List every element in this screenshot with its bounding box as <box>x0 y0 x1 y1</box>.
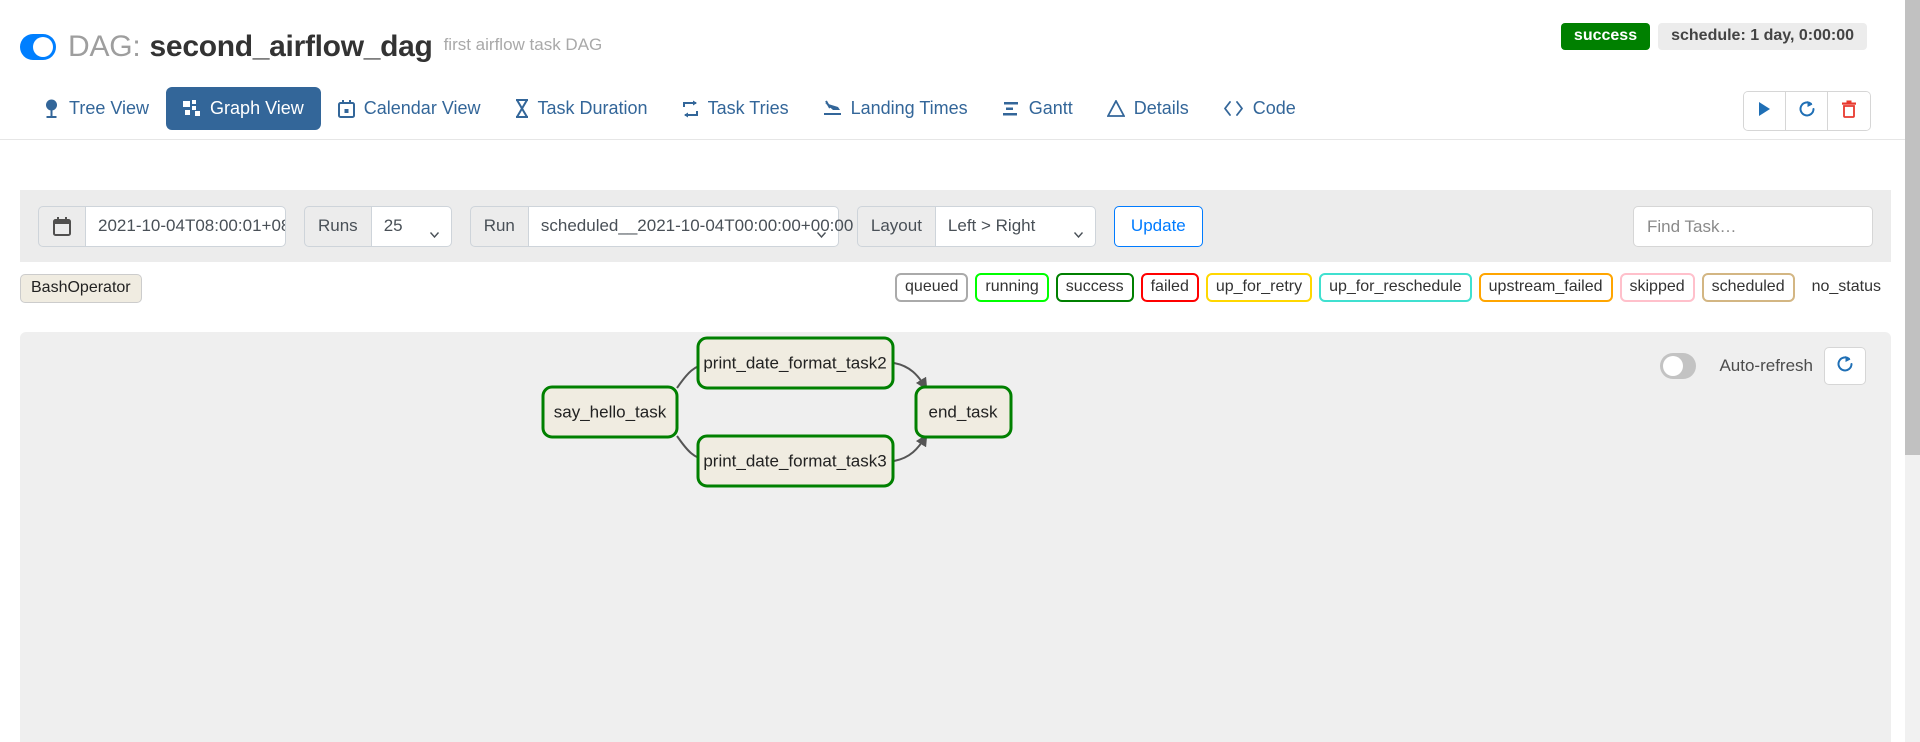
graph-view-icon <box>183 99 201 118</box>
state-badge-up-for-retry[interactable]: up_for_retry <box>1205 273 1313 302</box>
legend-row: BashOperator queued running success fail… <box>20 272 1891 312</box>
hourglass-icon <box>515 99 529 118</box>
tab-code[interactable]: Code <box>1206 87 1313 130</box>
dag-action-buttons <box>1743 91 1871 131</box>
calendar-icon[interactable] <box>38 205 86 247</box>
node-label: say_hello_task <box>554 402 667 421</box>
status-badge: success <box>1560 23 1651 50</box>
code-brackets-icon <box>1223 101 1244 116</box>
trash-icon <box>1841 100 1857 123</box>
tab-details[interactable]: Details <box>1090 87 1206 130</box>
header-badges: success schedule: 1 day, 0:00:00 <box>1560 23 1867 50</box>
edge-task3-to-end <box>893 433 928 462</box>
base-date-group: 2021-10-04T08:00:01+08:00 <box>38 205 286 247</box>
base-date-input[interactable]: 2021-10-04T08:00:01+08:00 <box>86 205 286 247</box>
tab-label: Tree View <box>69 98 150 118</box>
dag-node-print-date-format-task2[interactable]: print_date_format_task2 <box>696 336 895 390</box>
state-badge-queued[interactable]: queued <box>895 273 969 302</box>
node-label: print_date_format_task2 <box>703 353 886 372</box>
landing-icon <box>823 100 842 118</box>
airflow-dag-graph-page: DAG: second_airflow_dag first airflow ta… <box>0 0 1920 742</box>
tab-task-tries[interactable]: Task Tries <box>665 87 806 130</box>
dag-title-row: DAG: second_airflow_dag first airflow ta… <box>20 30 602 64</box>
tab-graph-view[interactable]: Graph View <box>166 87 321 130</box>
warning-triangle-icon <box>1106 100 1125 117</box>
page-title: second_airflow_dag <box>149 30 433 63</box>
refresh-icon <box>1798 100 1816 123</box>
page-scrollbar-thumb[interactable] <box>1905 0 1920 455</box>
page-scrollbar-track[interactable] <box>1905 0 1920 742</box>
edge-task2-to-end <box>893 362 928 391</box>
dag-label: DAG: <box>68 30 141 63</box>
dag-pause-toggle[interactable] <box>20 34 56 60</box>
tab-label: Gantt <box>1028 98 1073 118</box>
state-badge-running[interactable]: running <box>975 273 1049 302</box>
retry-icon <box>682 100 699 118</box>
layout-group: Layout Left > Right <box>856 205 1096 247</box>
layout-select[interactable]: Left > Right <box>935 205 1096 247</box>
tab-label: Calendar View <box>363 98 481 118</box>
dag-node-print-date-format-task3[interactable]: print_date_format_task3 <box>696 434 895 488</box>
play-icon <box>1757 101 1772 122</box>
chevron-down-icon <box>429 223 439 239</box>
trigger-dag-button[interactable] <box>1744 92 1786 130</box>
run-label: Run <box>469 205 529 247</box>
delete-dag-button[interactable] <box>1828 92 1870 130</box>
tab-label: Landing Times <box>850 98 968 118</box>
dag-node-say-hello-task[interactable]: say_hello_task <box>541 385 679 439</box>
view-tab-bar: Tree View Graph View Calendar View Task … <box>0 78 1905 140</box>
dag-graph-canvas[interactable]: Auto-refresh say_hello_task print_date_f… <box>20 332 1891 742</box>
dag-description: first airflow task DAG <box>443 35 603 54</box>
dag-node-end-task[interactable]: end_task <box>914 385 1013 439</box>
tab-label: Task Tries <box>707 98 789 118</box>
run-group: Run scheduled__2021-10-04T00:00:00+00:00 <box>469 205 853 247</box>
tab-label: Details <box>1133 98 1189 118</box>
page-header: DAG: second_airflow_dag first airflow ta… <box>0 0 1905 78</box>
dag-graph-svg: say_hello_task print_date_format_task2 p… <box>541 336 1013 488</box>
node-label: print_date_format_task3 <box>703 451 886 470</box>
view-tabs: Tree View Graph View Calendar View Task … <box>26 87 1313 130</box>
tab-label: Graph View <box>210 98 304 118</box>
chevron-down-icon <box>816 223 826 239</box>
gantt-icon <box>1002 101 1020 117</box>
layout-label: Layout <box>856 205 936 247</box>
task-state-legend: queued running success failed up_for_ret… <box>895 273 1891 302</box>
num-runs-value: 25 <box>383 216 403 235</box>
node-label: end_task <box>929 402 998 421</box>
num-runs-select[interactable]: 25 <box>371 205 452 247</box>
tab-calendar-view[interactable]: Calendar View <box>321 87 498 130</box>
layout-value: Left > Right <box>947 216 1036 235</box>
state-badge-success[interactable]: success <box>1055 273 1134 302</box>
tab-label: Task Duration <box>537 98 648 118</box>
find-task-input[interactable]: Find Task… <box>1633 206 1873 247</box>
operator-badge-bashoperator[interactable]: BashOperator <box>20 274 142 303</box>
state-badge-scheduled[interactable]: scheduled <box>1701 273 1795 302</box>
update-button[interactable]: Update <box>1113 205 1203 247</box>
tab-label: Code <box>1252 98 1296 118</box>
runs-label: Runs <box>304 205 372 247</box>
tab-task-duration[interactable]: Task Duration <box>498 87 665 130</box>
state-badge-no-status[interactable]: no_status <box>1802 273 1891 302</box>
state-badge-upstream-failed[interactable]: upstream_failed <box>1478 273 1613 302</box>
state-badge-skipped[interactable]: skipped <box>1619 273 1695 302</box>
calendar-view-icon <box>337 99 355 118</box>
state-badge-failed[interactable]: failed <box>1140 273 1199 302</box>
run-select[interactable]: scheduled__2021-10-04T00:00:00+00:00 <box>528 205 853 247</box>
tab-gantt[interactable]: Gantt <box>985 87 1090 130</box>
run-value: scheduled__2021-10-04T00:00:00+00:00 <box>540 216 854 235</box>
chevron-down-icon <box>1073 223 1083 239</box>
state-badge-up-for-reschedule[interactable]: up_for_reschedule <box>1319 273 1472 302</box>
tab-tree-view[interactable]: Tree View <box>26 87 166 130</box>
refresh-button[interactable] <box>1786 92 1828 130</box>
tree-view-icon <box>43 99 60 118</box>
schedule-badge: schedule: 1 day, 0:00:00 <box>1658 23 1867 50</box>
dag-pause-toggle-knob <box>33 37 53 57</box>
tab-landing-times[interactable]: Landing Times <box>806 87 985 130</box>
num-runs-group: Runs 25 <box>304 205 452 247</box>
graph-filter-bar: 2021-10-04T08:00:01+08:00 Runs 25 Run sc… <box>20 190 1891 262</box>
